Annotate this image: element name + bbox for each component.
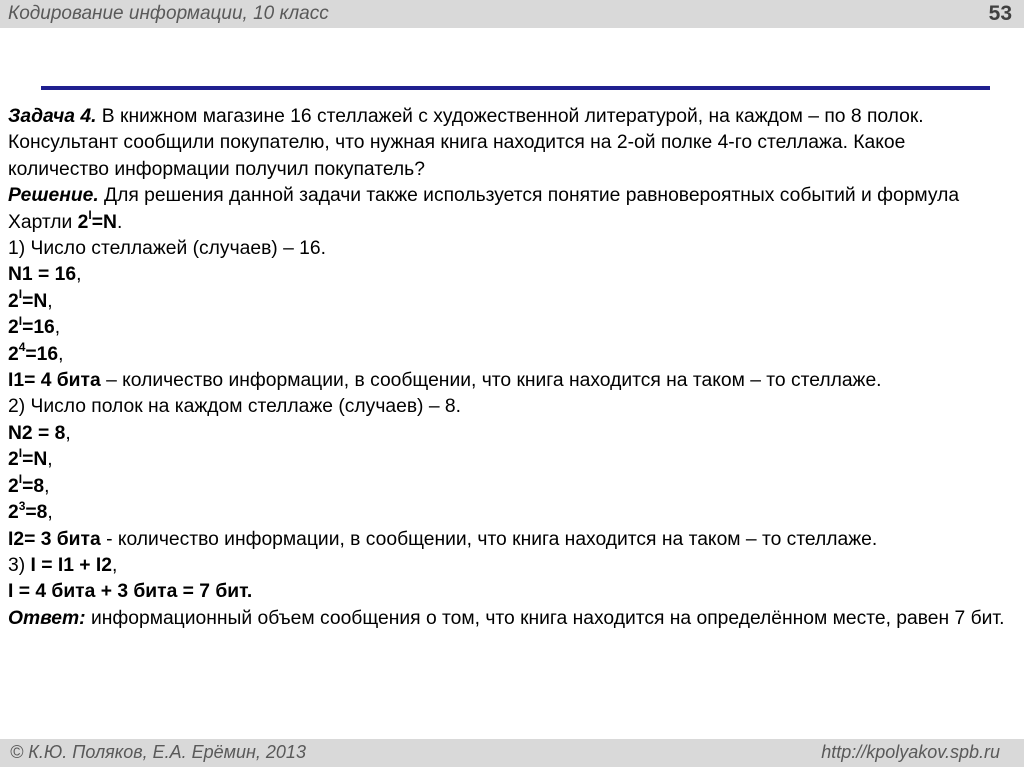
- task-paragraph: Задача 4. В книжном магазине 16 стеллаже…: [8, 104, 1008, 183]
- slide-header: Кодирование информации, 10 класс 53: [0, 0, 1024, 28]
- step1-n1: N1 = 16,: [8, 264, 82, 286]
- footer-copyright: © К.Ю. Поляков, Е.А. Ерёмин, 2013: [10, 742, 306, 762]
- hartley-formula: 2I=N: [77, 208, 117, 233]
- slide-footer: © К.Ю. Поляков, Е.А. Ерёмин, 2013 http:/…: [0, 739, 1024, 767]
- title-divider: [41, 86, 990, 90]
- step1-eq2: 2I=16,: [8, 313, 61, 339]
- step3-formula: 3) I = I1 + I2,: [8, 554, 118, 576]
- step2-eq3: 23=8,: [8, 498, 53, 524]
- step2-n2: N2 = 8,: [8, 422, 71, 444]
- step2-eq1: 2I=N,: [8, 445, 53, 471]
- step1-result: I1= 4 бита – количество информации, в со…: [8, 370, 882, 392]
- solution-paragraph: Решение. Для решения данной задачи также…: [8, 185, 960, 233]
- footer-url: http://kpolyakov.spb.ru: [821, 742, 1000, 762]
- solution-text: Для решения данной задачи также использу…: [8, 185, 960, 233]
- answer-text: информационный объем сообщения о том, чт…: [85, 607, 1005, 629]
- step2-heading: 2) Число полок на каждом стеллаже (случа…: [8, 396, 461, 418]
- page-number: 53: [988, 2, 1012, 25]
- step3-total: I = 4 бита + 3 бита = 7 бит.: [8, 581, 253, 603]
- step2-result: I2= 3 бита - количество информации, в со…: [8, 528, 878, 550]
- slide-content: Задача 4. В книжном магазине 16 стеллаже…: [8, 104, 1008, 632]
- task-label: Задача 4.: [8, 106, 97, 127]
- step1-eq1: 2I=N,: [8, 287, 53, 312]
- slide-title: Кодирование информации, 10 класс: [8, 3, 329, 24]
- solution-label: Решение.: [8, 185, 99, 207]
- step2-eq2: 2I=8,: [8, 472, 50, 497]
- answer-label: Ответ:: [8, 607, 86, 629]
- step1-eq3: 24=16,: [8, 340, 64, 365]
- task-text: В книжном магазине 16 стеллажей с художе…: [8, 106, 924, 180]
- step1-heading: 1) Число стеллажей (случаев) – 16.: [8, 238, 326, 260]
- answer-paragraph: Ответ: информационный объем сообщения о …: [8, 606, 1008, 632]
